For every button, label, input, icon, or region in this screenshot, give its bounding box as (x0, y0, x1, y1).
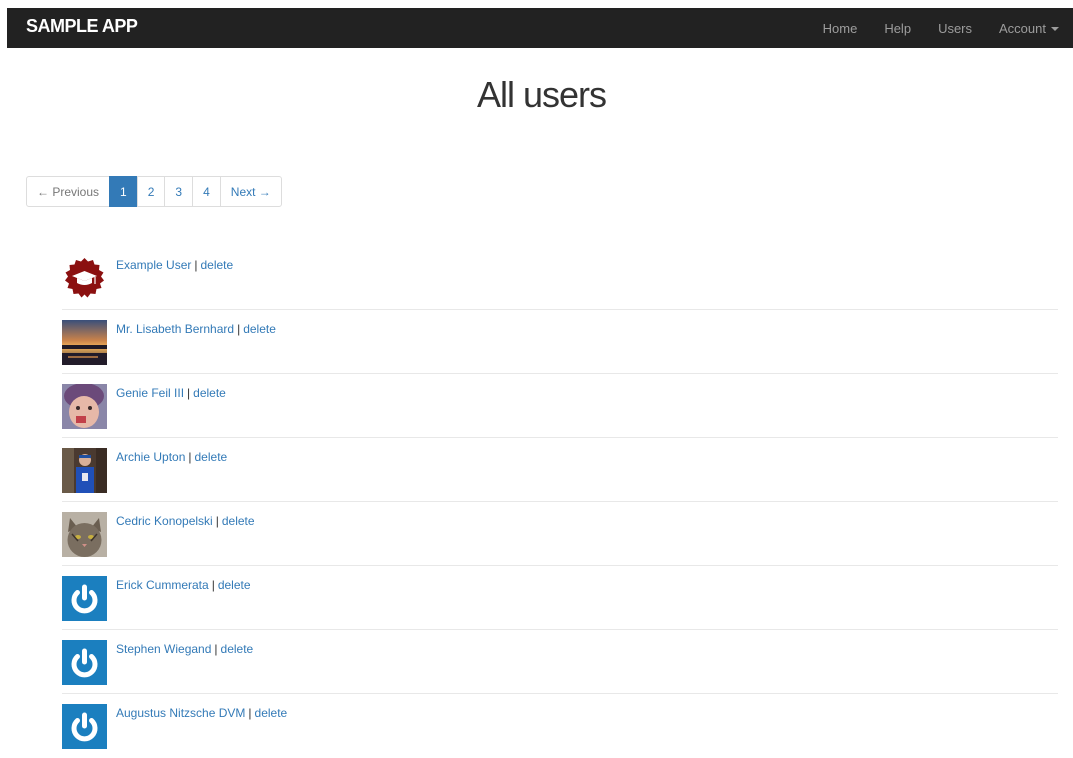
default-avatar[interactable] (62, 704, 107, 749)
user-name-link[interactable]: Example User (116, 258, 191, 272)
brand-logo[interactable]: SAMPLE APP (26, 16, 138, 37)
separator: | (215, 514, 219, 528)
separator: | (194, 258, 198, 272)
user-list-item: Cedric Konopelski | delete (62, 502, 1058, 566)
graduation-cap-icon (62, 256, 107, 301)
account-label: Account (999, 20, 1046, 36)
graduation-badge-avatar[interactable] (62, 256, 107, 301)
default-avatar[interactable] (62, 640, 107, 685)
child-photo-avatar[interactable] (62, 384, 107, 429)
delete-link[interactable]: delete (222, 514, 255, 528)
sunset-photo-avatar[interactable] (62, 320, 107, 365)
pagination: ← Previous 1 2 3 4 Next → (26, 176, 282, 207)
separator: | (237, 322, 241, 336)
user-name-link[interactable]: Erick Cummerata (116, 578, 209, 592)
user-entry: Erick Cummerata | delete (116, 578, 251, 592)
user-list-item: Example User | delete (62, 246, 1058, 310)
sunset-photo-image (62, 320, 107, 365)
delete-link[interactable]: delete (221, 642, 254, 656)
user-list-item: Archie Upton | delete (62, 438, 1058, 502)
separator: | (248, 706, 252, 720)
user-list-item: Erick Cummerata | delete (62, 566, 1058, 630)
delete-link[interactable]: delete (193, 386, 226, 400)
user-name-link[interactable]: Archie Upton (116, 450, 185, 464)
user-list-item: Augustus Nitzsche DVM | delete (62, 694, 1058, 758)
person-photo-avatar[interactable] (62, 448, 107, 493)
user-list-item: Mr. Lisabeth Bernhard | delete (62, 310, 1058, 374)
user-name-link[interactable]: Genie Feil III (116, 386, 184, 400)
pagination-page-1[interactable]: 1 (109, 176, 138, 207)
page-title: All users (476, 74, 607, 115)
user-entry: Stephen Wiegand | delete (116, 642, 253, 656)
users-list: Example User | delete Mr. Lisabeth Bernh… (62, 246, 1058, 758)
nav-links: Home Help Users Account (796, 8, 1059, 48)
person-photo-image (62, 448, 107, 493)
user-entry: Example User | delete (116, 258, 233, 272)
delete-link[interactable]: delete (243, 322, 276, 336)
delete-link[interactable]: delete (195, 450, 228, 464)
power-icon (62, 576, 107, 621)
pagination-previous[interactable]: ← Previous (26, 176, 111, 207)
nav-help-link[interactable]: Help (884, 21, 911, 36)
pagination-page-3[interactable]: 3 (164, 176, 194, 207)
pagination-page-2[interactable]: 2 (136, 176, 166, 207)
power-icon (62, 704, 107, 749)
user-name-link[interactable]: Mr. Lisabeth Bernhard (116, 322, 234, 336)
nav-home-link[interactable]: Home (823, 21, 858, 36)
user-name-link[interactable]: Augustus Nitzsche DVM (116, 706, 245, 720)
user-name-link[interactable]: Stephen Wiegand (116, 642, 211, 656)
delete-link[interactable]: delete (218, 578, 251, 592)
user-name-link[interactable]: Cedric Konopelski (116, 514, 213, 528)
user-entry: Mr. Lisabeth Bernhard | delete (116, 322, 276, 336)
nav-account-dropdown[interactable]: Account (999, 21, 1059, 36)
user-entry: Augustus Nitzsche DVM | delete (116, 706, 287, 720)
user-entry: Cedric Konopelski | delete (116, 514, 255, 528)
pagination-page-4[interactable]: 4 (192, 176, 221, 207)
user-list-item: Genie Feil III | delete (62, 374, 1058, 438)
user-entry: Archie Upton | delete (116, 450, 227, 464)
child-photo-image (62, 384, 107, 429)
user-list-item: Stephen Wiegand | delete (62, 630, 1058, 694)
separator: | (187, 386, 191, 400)
caret-down-icon (1051, 27, 1059, 32)
separator: | (211, 578, 215, 592)
pagination-next[interactable]: Next → (219, 176, 282, 207)
nav-users-link[interactable]: Users (938, 21, 972, 36)
cat-photo-avatar[interactable] (62, 512, 107, 557)
delete-link[interactable]: delete (255, 706, 288, 720)
top-navbar: SAMPLE APP Home Help Users Account (7, 8, 1073, 48)
separator: | (214, 642, 218, 656)
power-icon (62, 640, 107, 685)
user-entry: Genie Feil III | delete (116, 386, 226, 400)
delete-link[interactable]: delete (200, 258, 233, 272)
default-avatar[interactable] (62, 576, 107, 621)
cat-photo-image (62, 512, 107, 557)
separator: | (188, 450, 192, 464)
